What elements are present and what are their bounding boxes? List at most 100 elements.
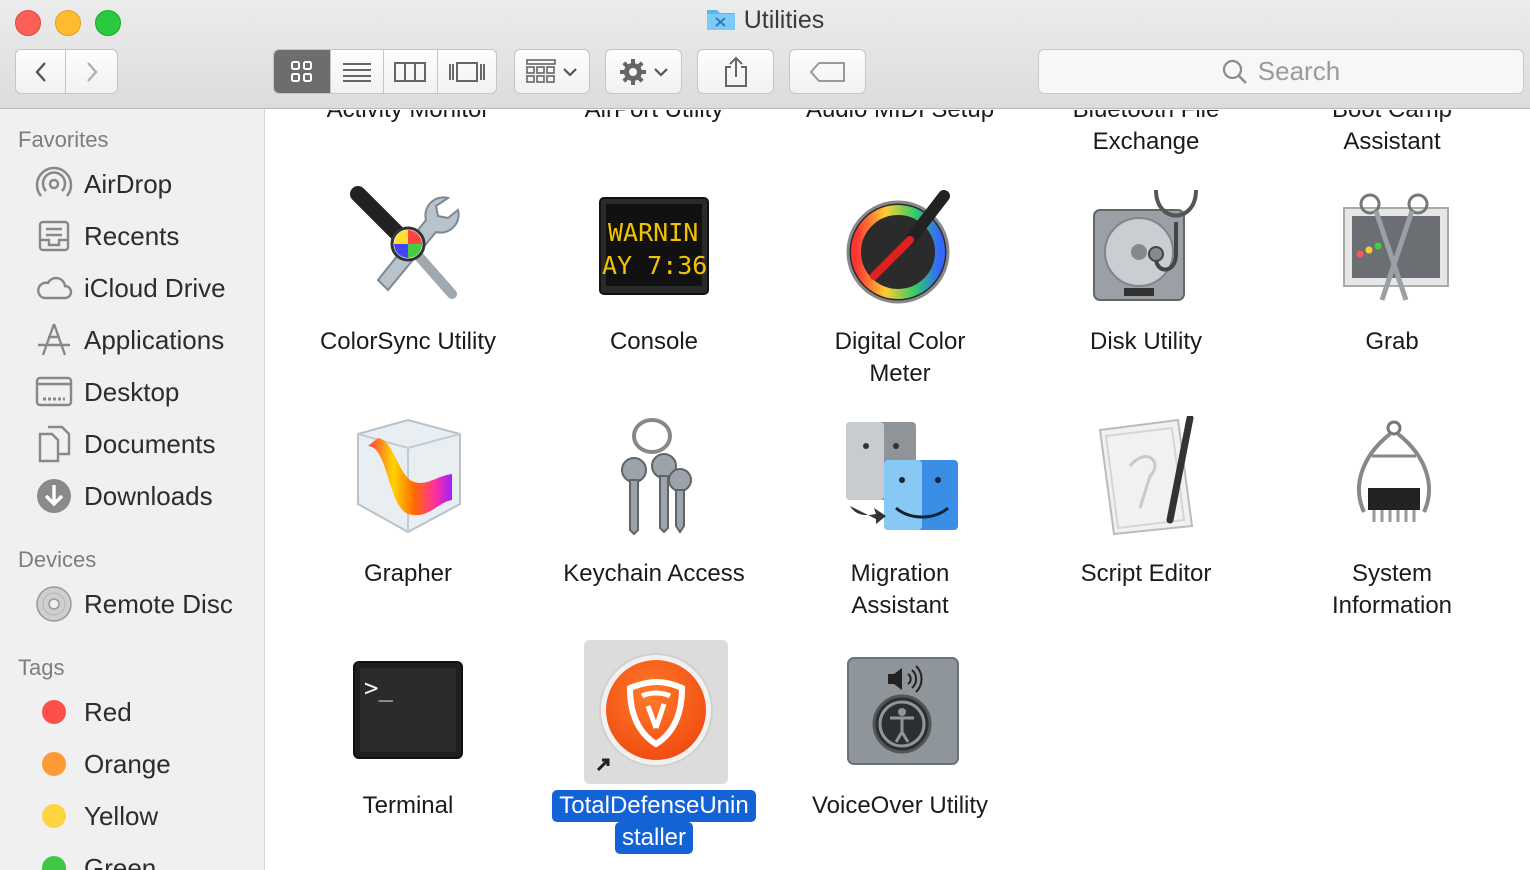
- search-icon: [1222, 59, 1247, 84]
- column-view-icon: [394, 61, 427, 82]
- sidebar-item-remote-disc[interactable]: Remote Disc: [34, 584, 233, 624]
- applications-icon: [34, 320, 74, 360]
- finder-window: Utilities Search Favorites AirDrop Recen…: [0, 0, 1530, 870]
- file-label: Meter: [869, 360, 931, 387]
- disc-icon: [34, 584, 74, 624]
- file-item-activity-monitor[interactable]: Activity Monitor: [285, 110, 531, 160]
- icon-view-button[interactable]: [274, 50, 331, 93]
- red-tag-dot-icon: [34, 692, 74, 732]
- file-label: Console: [609, 328, 699, 355]
- sidebar-item-label: Green: [84, 852, 157, 870]
- list-view-icon: [342, 62, 371, 82]
- file-label: TotalDefenseUnin: [552, 790, 756, 822]
- sidebar-item-label: Remote Disc: [84, 588, 233, 619]
- migration-assistant-icon: [840, 416, 960, 536]
- file-item-audio-midi-setup[interactable]: Audio MIDI Setup: [777, 110, 1023, 160]
- keychain-icon: [594, 416, 714, 536]
- sidebar-item-icloud-drive[interactable]: iCloud Drive: [34, 268, 226, 308]
- file-label: Bluetooth File: [1023, 110, 1269, 126]
- gallery-view-button[interactable]: [438, 50, 496, 93]
- file-grid: Activity Monitor AirPort Utility Audio M…: [266, 110, 1530, 870]
- sidebar-item-airdrop[interactable]: AirDrop: [34, 164, 172, 204]
- file-item-terminal[interactable]: >_ Terminal: [285, 648, 531, 858]
- sidebar-item-label: Documents: [84, 428, 216, 459]
- edit-tags-button[interactable]: [789, 49, 866, 94]
- utilities-folder-icon: [706, 10, 735, 30]
- file-item-grab[interactable]: Grab: [1269, 184, 1515, 394]
- file-item-airport-utility[interactable]: AirPort Utility: [531, 110, 777, 160]
- file-label: Exchange: [1092, 128, 1200, 155]
- file-label: System: [1351, 560, 1432, 587]
- gear-icon: [619, 58, 646, 85]
- console-warning-text: WARNIN: [608, 218, 698, 247]
- desktop-icon: [34, 372, 74, 412]
- list-view-button[interactable]: [331, 50, 385, 93]
- sidebar-item-label: Red: [84, 696, 132, 727]
- console-time-text: AY 7:36: [602, 251, 707, 280]
- file-item-script-editor[interactable]: Script Editor: [1023, 414, 1269, 626]
- sidebar-item-label: Recents: [84, 220, 180, 251]
- file-item-disk-utility[interactable]: Disk Utility: [1023, 184, 1269, 394]
- sidebar-item-tag-red[interactable]: Red: [34, 692, 132, 732]
- file-label: Boot Camp: [1269, 110, 1515, 126]
- file-label: Terminal: [362, 792, 454, 819]
- file-label: VoiceOver Utility: [811, 792, 989, 819]
- grab-icon: [1332, 184, 1452, 304]
- window-title: Utilities: [0, 6, 1530, 35]
- grapher-icon: [348, 416, 468, 536]
- sidebar-item-documents[interactable]: Documents: [34, 424, 216, 464]
- file-item-migration-assistant[interactable]: Migration Assistant: [777, 416, 1023, 626]
- file-item-boot-camp-assistant[interactable]: Boot Camp Assistant: [1269, 110, 1515, 160]
- arrange-icon: [526, 58, 556, 83]
- terminal-prompt-text: >_: [364, 674, 393, 702]
- file-label: Grab: [1365, 328, 1419, 355]
- sidebar-item-tag-green[interactable]: Green: [34, 848, 156, 870]
- column-view-button[interactable]: [384, 50, 438, 93]
- sidebar: Favorites AirDrop Recents iCloud Drive A…: [0, 109, 265, 870]
- sidebar-item-downloads[interactable]: Downloads: [34, 476, 213, 516]
- file-label: Disk Utility: [1090, 328, 1202, 355]
- sidebar-item-recents[interactable]: Recents: [34, 216, 179, 256]
- forward-button[interactable]: [66, 50, 117, 93]
- arrange-button[interactable]: [514, 49, 590, 94]
- sidebar-item-label: Yellow: [84, 800, 159, 831]
- chevron-down-icon: [563, 67, 577, 77]
- file-item-keychain-access[interactable]: Keychain Access: [531, 416, 777, 626]
- tags-header: Tags: [18, 655, 65, 680]
- sidebar-item-applications[interactable]: Applications: [34, 320, 224, 360]
- console-icon: WARNIN AY 7:36: [594, 184, 714, 304]
- tag-icon: [809, 61, 845, 82]
- sidebar-item-desktop[interactable]: Desktop: [34, 372, 179, 412]
- sidebar-item-label: AirDrop: [84, 168, 173, 199]
- sidebar-item-tag-orange[interactable]: Orange: [34, 744, 171, 784]
- file-item-voiceover-utility[interactable]: VoiceOver Utility: [777, 648, 1023, 858]
- airdrop-icon: [34, 164, 74, 204]
- gallery-view-icon: [448, 61, 485, 82]
- file-label-selected: staller: [531, 822, 777, 854]
- file-label: Script Editor: [1080, 560, 1212, 587]
- action-button[interactable]: [605, 49, 682, 94]
- back-button[interactable]: [16, 50, 67, 93]
- chevron-left-icon: [34, 61, 46, 82]
- file-label: Information: [1331, 592, 1453, 619]
- search-field[interactable]: Search: [1038, 49, 1524, 94]
- sidebar-item-tag-yellow[interactable]: Yellow: [34, 796, 158, 836]
- sidebar-item-label: Applications: [84, 324, 225, 355]
- terminal-icon: >_: [348, 648, 468, 768]
- file-item-console[interactable]: WARNIN AY 7:36 Console: [531, 184, 777, 394]
- file-item-digital-color-meter[interactable]: Digital Color Meter: [777, 184, 1023, 394]
- digital-color-meter-icon: [840, 184, 960, 304]
- file-label: Migration: [850, 560, 950, 587]
- orange-tag-dot-icon: [34, 744, 74, 784]
- recents-icon: [34, 216, 74, 256]
- file-label: Keychain Access: [563, 560, 745, 587]
- file-item-system-information[interactable]: System Information: [1269, 416, 1515, 626]
- favorites-header: Favorites: [18, 127, 109, 152]
- file-item-bluetooth-file-exchange[interactable]: Bluetooth File Exchange: [1023, 110, 1269, 160]
- file-item-colorsync-utility[interactable]: ColorSync Utility: [285, 184, 531, 394]
- file-item-totaldefenseuninstaller[interactable]: TotalDefenseUnin staller: [531, 640, 777, 858]
- search-placeholder: Search: [1257, 56, 1341, 86]
- file-label: Digital Color: [834, 328, 966, 355]
- file-item-grapher[interactable]: Grapher: [285, 416, 531, 626]
- share-button[interactable]: [697, 49, 774, 94]
